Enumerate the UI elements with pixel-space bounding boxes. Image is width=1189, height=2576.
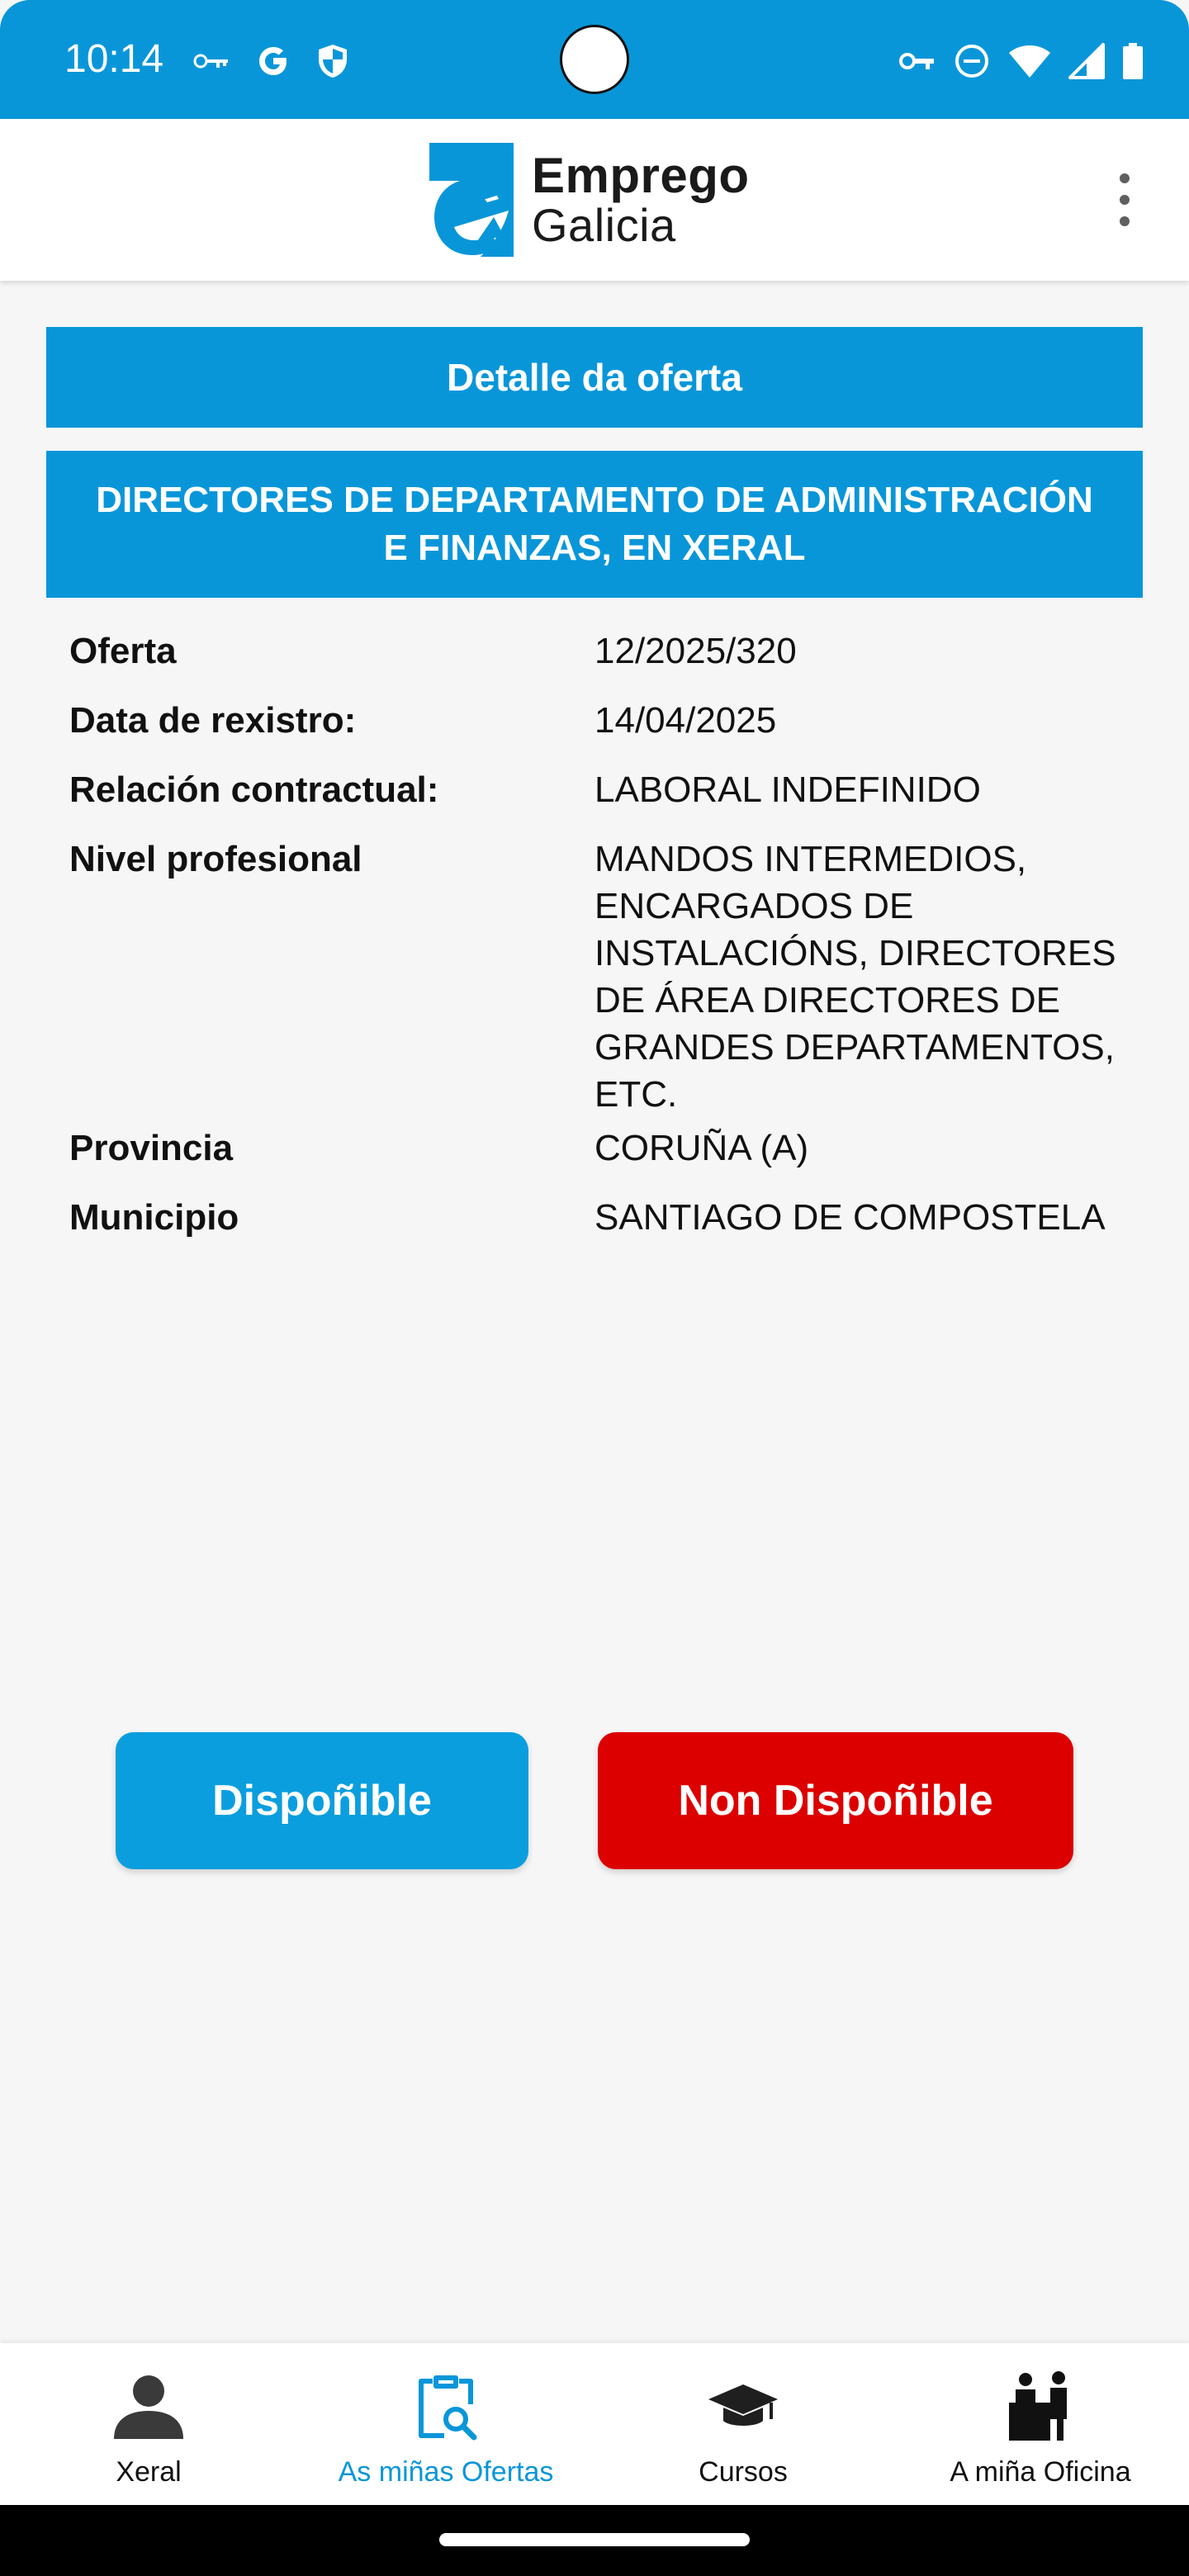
nav-label: Xeral xyxy=(116,2456,182,2488)
available-button[interactable]: Dispoñible xyxy=(116,1732,528,1869)
status-right-icons xyxy=(898,36,1144,86)
more-vertical-icon[interactable] xyxy=(1106,173,1143,226)
menu-dot xyxy=(1120,173,1130,183)
wifi-icon xyxy=(1009,45,1050,78)
shield-icon xyxy=(319,45,347,78)
logo-title: Emprego xyxy=(532,148,750,203)
field-label: Municipio xyxy=(69,1197,239,1238)
home-gesture-bar[interactable] xyxy=(439,2533,750,2546)
nav-item-as-minas-ofertas[interactable]: As miñas Ofertas xyxy=(297,2343,594,2505)
nav-label: As miñas Ofertas xyxy=(338,2456,554,2488)
nav-label: A miña Oficina xyxy=(950,2456,1131,2488)
nav-item-cursos[interactable]: Cursos xyxy=(594,2343,892,2505)
field-value: SANTIAGO DE COMPOSTELA xyxy=(594,1197,1106,1238)
field-label: Provincia xyxy=(69,1128,234,1168)
field-label: Data de rexistro: xyxy=(69,700,357,741)
office-desk-icon xyxy=(1009,2371,1067,2441)
key-icon xyxy=(193,54,228,69)
field-value: CORUÑA (A) xyxy=(594,1128,809,1168)
camera-cutout xyxy=(560,25,629,94)
status-bar: 10:14 xyxy=(0,0,1189,119)
logo-subtitle: Galicia xyxy=(532,199,676,251)
field-label: Nivel profesional xyxy=(69,839,362,879)
field-value: 14/04/2025 xyxy=(594,700,777,741)
emprego-logo-icon xyxy=(429,143,514,257)
menu-dot xyxy=(1120,195,1130,205)
battery-icon xyxy=(1123,43,1143,79)
app-header: Emprego Galicia xyxy=(0,119,1189,281)
vpn-key-icon xyxy=(899,53,934,69)
nav-label: Cursos xyxy=(699,2456,788,2488)
field-value: LABORAL INDEFINIDO xyxy=(594,769,981,810)
offer-title: DIRECTORES DE DEPARTAMENTO DE ADMINISTRA… xyxy=(46,451,1143,598)
field-value: MANDOS INTERMEDIOS, ENCARGADOS DE INSTAL… xyxy=(594,839,1116,1115)
nav-item-xeral[interactable]: Xeral xyxy=(0,2343,297,2505)
clipboard-search-icon xyxy=(419,2375,477,2441)
menu-dot xyxy=(1120,216,1130,226)
unavailable-button[interactable]: Non Dispoñible xyxy=(598,1732,1073,1869)
google-icon xyxy=(259,47,287,75)
do-not-disturb-icon xyxy=(955,45,988,78)
bottom-nav: Xeral As miñas Ofertas Cursos A miña Ofi… xyxy=(0,2343,1189,2505)
status-time: 10:14 xyxy=(64,37,164,81)
logo-text: Emprego Galicia xyxy=(532,150,750,249)
field-label: Oferta xyxy=(69,631,177,671)
nav-item-a-mina-oficina[interactable]: A miña Oficina xyxy=(892,2343,1189,2505)
status-left-icons xyxy=(192,36,350,86)
person-icon xyxy=(114,2375,183,2439)
field-label: Relación contractual: xyxy=(69,769,439,810)
detail-header: Detalle da oferta xyxy=(46,327,1143,428)
field-value: 12/2025/320 xyxy=(594,631,797,671)
system-nav-bar xyxy=(0,2505,1189,2576)
graduation-cap-icon xyxy=(708,2384,778,2426)
emprego-galicia-logo: Emprego Galicia xyxy=(429,142,750,258)
cellular-signal-icon xyxy=(1068,43,1105,79)
